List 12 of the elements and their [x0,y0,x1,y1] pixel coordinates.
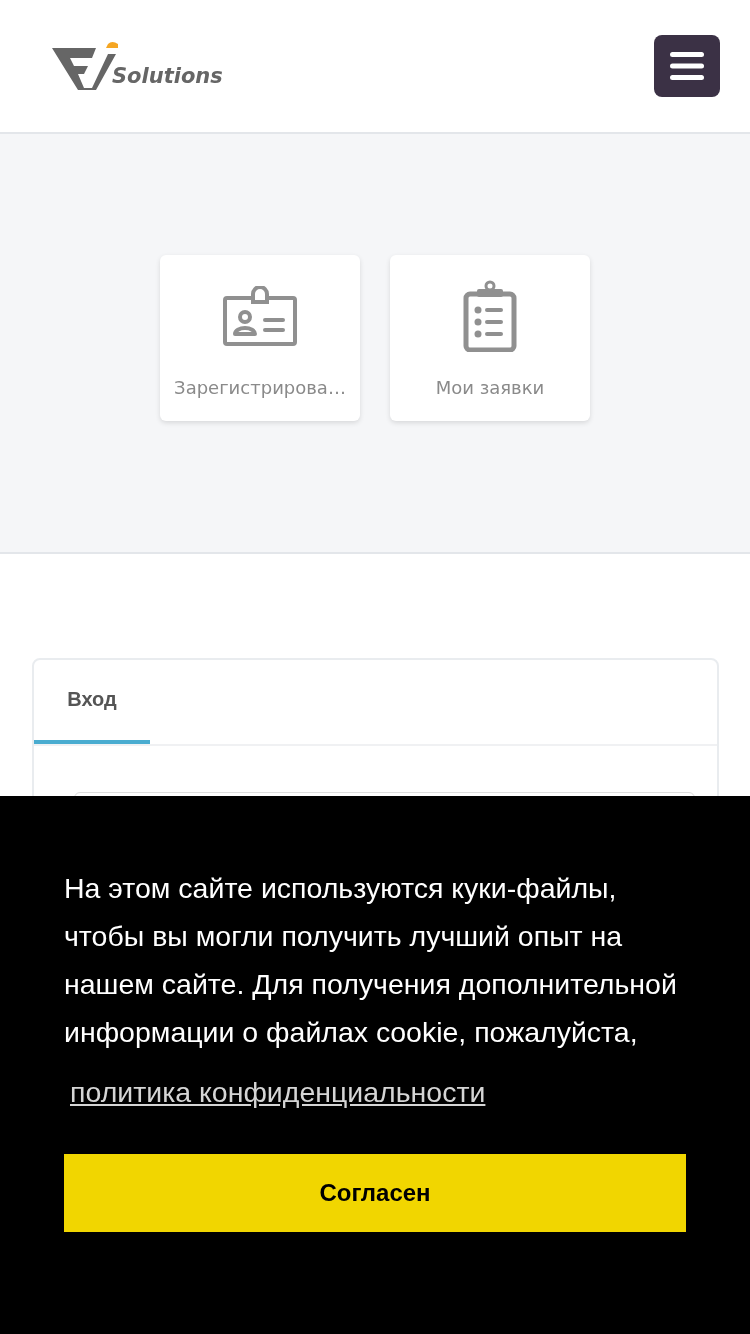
menu-icon [670,52,704,80]
tile-label: Зарегистрирова… [174,377,346,398]
menu-button[interactable] [654,35,720,97]
logo-text: Solutions [112,64,223,88]
id-card-icon [223,286,297,346]
cookie-message: На этом сайте используются куки-файлы, чтобы вы могли получить лучший опыт на нашем сайте. Для получения дополнительной информации о файлах cookie, пожалуйста, [64,871,678,1050]
login-tab[interactable]: Вход [34,660,150,744]
privacy-policy-link[interactable]: политика конфиденциальности [70,1068,486,1116]
tile-label: Мои заявки [435,377,545,398]
clipboard-icon [463,280,517,352]
logo[interactable]: Solutions [52,40,223,92]
agree-button[interactable]: Согласен [64,1154,686,1232]
